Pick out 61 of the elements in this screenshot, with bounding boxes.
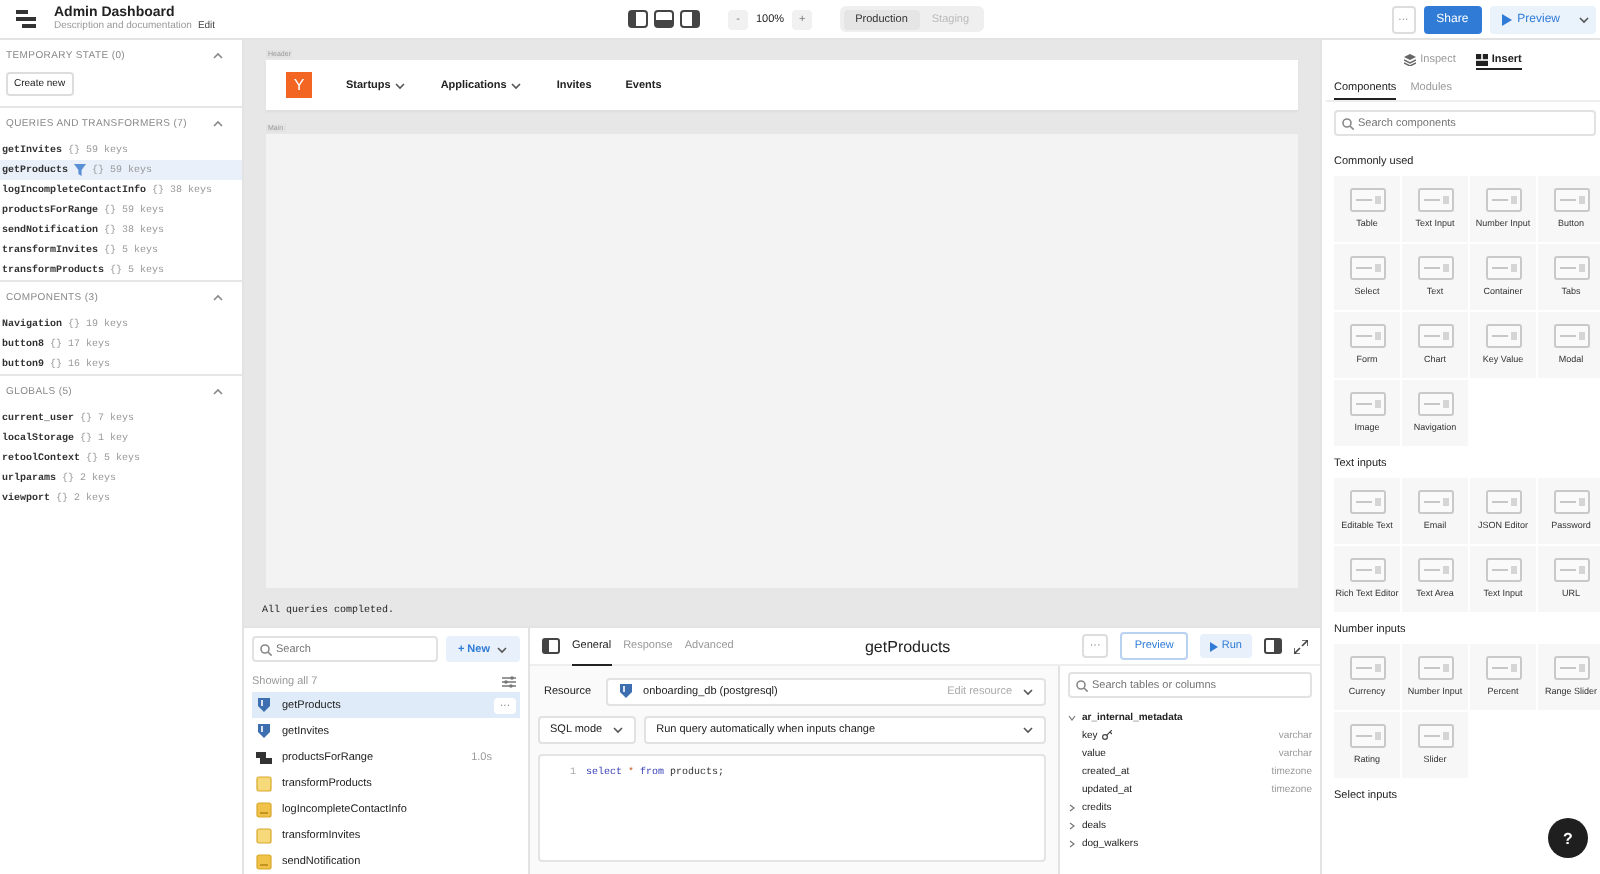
component-preview-icon xyxy=(1349,656,1385,681)
chevron-down-icon xyxy=(510,81,523,89)
sidebar-toggle-icon xyxy=(542,638,560,654)
database-icon xyxy=(256,723,272,739)
component-preview-icon xyxy=(1417,256,1453,281)
database-icon xyxy=(256,697,272,713)
component-preview-icon xyxy=(1417,324,1453,349)
caret-icon xyxy=(1578,15,1590,23)
square-icon xyxy=(256,775,272,791)
search-icon xyxy=(260,643,272,655)
split-view-icon xyxy=(1264,638,1282,654)
help-button[interactable]: ? xyxy=(1548,818,1588,858)
component-preview-icon xyxy=(1553,558,1589,583)
component-preview-icon xyxy=(1349,324,1385,349)
component-preview-icon xyxy=(1553,656,1589,681)
component-preview-icon xyxy=(1417,724,1453,749)
play-icon xyxy=(1501,13,1512,25)
layers-icon xyxy=(1404,54,1417,66)
search-icon xyxy=(1076,679,1088,691)
component-preview-icon xyxy=(1349,188,1385,213)
query-title: getProducts xyxy=(862,637,953,655)
component-preview-icon xyxy=(1417,558,1453,583)
component-preview-icon xyxy=(1485,656,1521,681)
chevron-down-icon xyxy=(1022,688,1034,696)
play-icon xyxy=(1209,641,1218,651)
blocks-icon xyxy=(1475,54,1488,66)
component-preview-icon xyxy=(1485,558,1521,583)
app-menu-icon xyxy=(16,10,36,28)
chevron-down-icon xyxy=(1022,726,1034,734)
chevron-down-icon xyxy=(394,81,407,89)
component-preview-icon xyxy=(1485,256,1521,281)
logo: Y xyxy=(286,72,312,98)
bottom-panel-toggle-icon xyxy=(654,10,674,28)
component-preview-icon xyxy=(1485,324,1521,349)
component-preview-icon xyxy=(1417,656,1453,681)
component-preview-icon xyxy=(1417,392,1453,417)
component-preview-icon xyxy=(1349,558,1385,583)
filter-icon xyxy=(74,164,87,176)
component-preview-icon xyxy=(1553,490,1589,515)
component-preview-icon xyxy=(1553,188,1589,213)
filter-settings-icon xyxy=(502,675,516,687)
component-preview-icon xyxy=(1349,392,1385,417)
component-preview-icon xyxy=(1417,490,1453,515)
table-stack-icon xyxy=(256,749,272,765)
component-preview-icon xyxy=(1349,256,1385,281)
chevron-down-icon xyxy=(612,726,625,734)
component-preview-icon xyxy=(1349,724,1385,749)
search-icon xyxy=(1342,117,1354,129)
chevron-down-icon xyxy=(496,645,508,653)
right-panel-toggle-icon xyxy=(680,10,700,28)
left-panel-toggle-icon xyxy=(628,10,648,28)
expand-icon xyxy=(1294,639,1308,653)
component-preview-icon xyxy=(1485,188,1521,213)
component-preview-icon xyxy=(1349,490,1385,515)
key-icon xyxy=(1101,730,1112,740)
component-preview-icon xyxy=(1417,188,1453,213)
component-preview-icon xyxy=(1485,490,1521,515)
component-preview-icon xyxy=(1553,324,1589,349)
component-preview-icon xyxy=(1553,256,1589,281)
database-icon xyxy=(617,684,634,700)
square-icon xyxy=(256,827,272,843)
